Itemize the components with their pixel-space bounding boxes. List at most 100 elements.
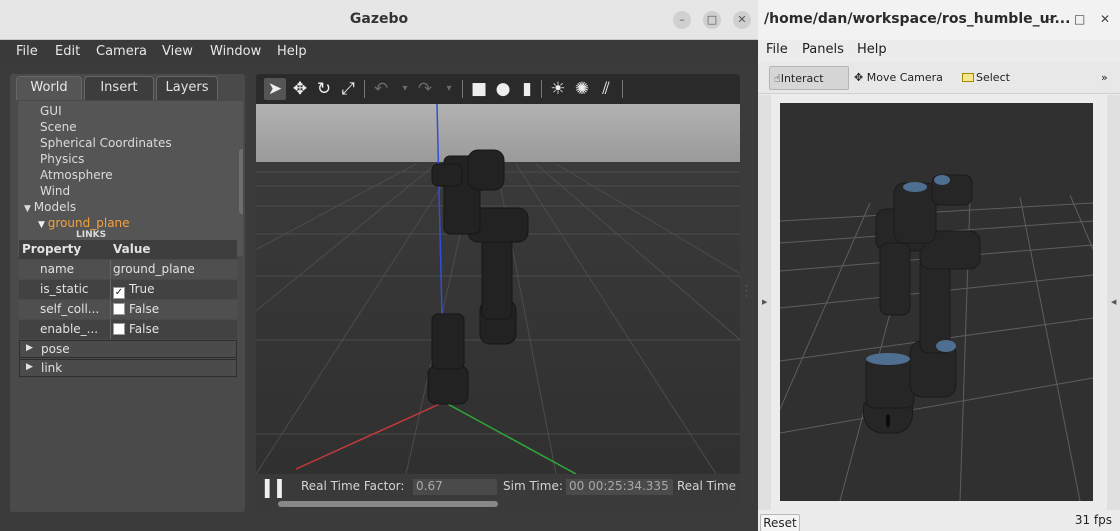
property-row-self-collide[interactable]: self_coll... False <box>19 300 237 319</box>
column-divider <box>110 260 111 279</box>
checkbox-unchecked[interactable] <box>113 303 125 315</box>
horizontal-scrollbar[interactable] <box>278 501 498 507</box>
cylinder-shape-icon[interactable]: ▮ <box>516 78 538 100</box>
scale-mode-icon[interactable]: ⤢ <box>337 78 359 100</box>
property-key: self_coll... <box>40 302 100 316</box>
menu-camera[interactable]: Camera <box>96 44 147 59</box>
menu-file[interactable]: File <box>766 42 788 57</box>
box-shape-icon[interactable]: ■ <box>468 78 490 100</box>
spot-light-icon[interactable]: ✺ <box>571 78 593 100</box>
minimize-button[interactable]: – <box>673 11 691 29</box>
hand-pointer-icon: ☝ <box>774 72 781 85</box>
interact-tool-button[interactable]: ☝Interact <box>769 66 849 90</box>
redo-icon[interactable]: ↷ <box>414 78 436 100</box>
menu-help[interactable]: Help <box>277 44 307 59</box>
left-dock-collapse-bar[interactable]: ▶ <box>758 95 771 510</box>
menu-view[interactable]: View <box>162 44 193 59</box>
undo-icon[interactable]: ↶ <box>370 78 392 100</box>
move-camera-icon: ✥ <box>854 71 867 84</box>
collapsed-arrow-icon: ▶ <box>26 362 33 372</box>
tool-label: Move Camera <box>866 71 943 84</box>
expanded-arrow-icon: ▼ <box>38 220 48 230</box>
close-button[interactable]: ✕ <box>733 11 751 29</box>
real-time-factor-label: Real Time Factor: <box>301 479 405 493</box>
gazebo-3d-viewport[interactable] <box>256 104 740 474</box>
splitter-handle[interactable]: · · · <box>745 283 748 302</box>
checkbox-unchecked[interactable] <box>113 323 125 335</box>
group-label: link <box>41 361 63 375</box>
maximize-button[interactable]: □ <box>703 11 721 29</box>
reset-button[interactable]: Reset <box>760 514 800 531</box>
rotate-mode-icon[interactable]: ↻ <box>313 78 335 100</box>
property-row-name[interactable]: name ground_plane <box>19 260 237 279</box>
tree-item-models[interactable]: ▼ Models <box>24 200 76 214</box>
move-camera-tool-button[interactable]: ✥ Move Camera <box>850 66 947 90</box>
property-row-enable-wind[interactable]: enable_... False <box>19 320 237 339</box>
tab-layers[interactable]: Layers <box>156 76 218 100</box>
column-divider <box>110 320 111 339</box>
tree-item-atmosphere[interactable]: Atmosphere <box>40 168 113 182</box>
minimize-button[interactable]: – <box>1048 12 1054 26</box>
checkbox-checked[interactable]: ✓ <box>113 287 125 299</box>
right-dock-collapse-bar[interactable]: ◀ <box>1107 95 1120 510</box>
property-row-is-static[interactable]: is_static ✓ True <box>19 280 237 299</box>
gazebo-window: Gazebo – □ ✕ File Edit Camera View Windo… <box>0 0 758 531</box>
close-button[interactable]: ✕ <box>1100 12 1110 26</box>
tool-label: Interact <box>780 72 824 85</box>
gazebo-title: Gazebo <box>349 11 409 27</box>
tree-item-physics[interactable]: Physics <box>40 152 84 166</box>
tree-item-spherical-coordinates[interactable]: Spherical Coordinates <box>40 136 172 150</box>
checkbox-label: True <box>129 282 155 296</box>
property-group-link[interactable]: ▶ link <box>19 359 237 377</box>
expand-left-arrow-icon: ▶ <box>762 298 768 306</box>
base-hole <box>886 414 890 428</box>
checkbox-label: False <box>129 322 160 336</box>
gazebo-titlebar[interactable]: Gazebo – □ ✕ <box>0 0 758 40</box>
rviz-3d-viewport[interactable] <box>780 103 1093 501</box>
menu-help[interactable]: Help <box>857 42 887 57</box>
directional-light-icon[interactable]: ⫽ <box>595 78 617 100</box>
column-divider <box>110 300 111 319</box>
tree-item-scene[interactable]: Scene <box>40 120 77 134</box>
pause-icon[interactable]: ▍▍ <box>265 479 290 498</box>
tab-world[interactable]: World <box>16 76 82 100</box>
maximize-button[interactable]: □ <box>1074 12 1085 26</box>
tree-scrollbar[interactable] <box>239 149 243 214</box>
property-group-pose[interactable]: ▶ pose <box>19 340 237 358</box>
translate-mode-icon[interactable]: ✥ <box>289 78 311 100</box>
tree-item-gui[interactable]: GUI <box>40 104 62 118</box>
property-column-header: Property <box>22 242 82 256</box>
tab-insert[interactable]: Insert <box>84 76 154 100</box>
rviz-titlebar[interactable]: /home/dan/workspace/ros_humble_ur... – □… <box>758 0 1120 40</box>
menu-edit[interactable]: Edit <box>55 44 80 59</box>
toolbar-separator <box>541 80 542 98</box>
property-value: False <box>113 322 159 336</box>
group-label: pose <box>41 342 70 356</box>
rviz-menubar: File Panels Help <box>758 40 1120 62</box>
redo-dropdown-icon[interactable]: ▾ <box>438 78 460 100</box>
property-value: ground_plane <box>113 262 195 276</box>
menu-panels[interactable]: Panels <box>802 42 844 57</box>
sim-time-label: Sim Time: <box>503 479 563 493</box>
point-light-icon[interactable]: ☀ <box>547 78 569 100</box>
tree-item-wind[interactable]: Wind <box>40 184 70 198</box>
world-tree: GUI Scene Spherical Coordinates Physics … <box>18 101 243 256</box>
property-key: enable_... <box>40 322 99 336</box>
toolbar-separator <box>622 80 623 98</box>
tree-item-ground-plane[interactable]: ▼ ground_plane <box>38 216 130 230</box>
undo-dropdown-icon[interactable]: ▾ <box>394 78 416 100</box>
sphere-shape-icon[interactable]: ● <box>492 78 514 100</box>
select-tool-button[interactable]: Select <box>958 66 1014 90</box>
select-mode-arrow-icon[interactable]: ➤ <box>264 78 286 100</box>
rviz-statusbar: Reset 31 fps <box>758 510 1120 531</box>
property-header: Property Value <box>19 240 237 259</box>
more-tools-chevron-icon[interactable]: » <box>1097 66 1112 90</box>
menu-file[interactable]: File <box>16 44 38 59</box>
toolbar-separator <box>462 80 463 98</box>
select-box-icon <box>962 73 974 82</box>
rviz-scene <box>780 174 1093 501</box>
tree-item-links[interactable]: LINKS <box>76 230 106 240</box>
menu-window[interactable]: Window <box>210 44 261 59</box>
robot-arm <box>862 174 981 434</box>
column-divider <box>110 280 111 299</box>
